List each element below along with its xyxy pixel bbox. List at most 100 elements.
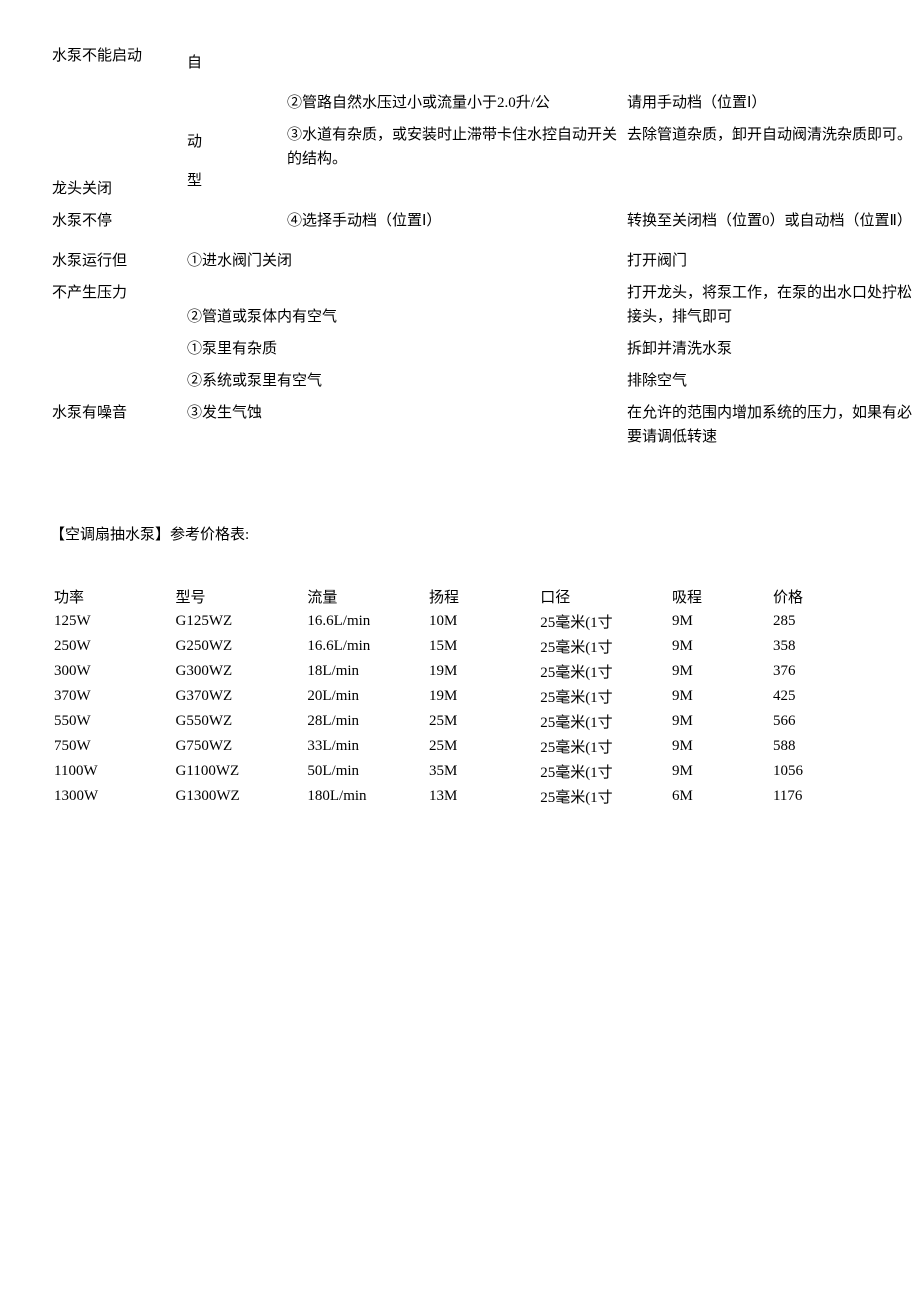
table-cell: 20L/min — [303, 684, 425, 709]
solution-text: 打开阀门 — [625, 237, 920, 277]
table-cell: 566 — [769, 709, 870, 734]
table-row: 1300WG1300WZ180L/min13M25毫米(1寸6M1176 — [50, 784, 870, 809]
cause-text: ②管道或泵体内有空气 — [185, 301, 625, 333]
table-cell: 15M — [425, 634, 536, 659]
fault-label: 水泵不能启动 — [50, 40, 185, 72]
table-cell: 9M — [668, 659, 769, 684]
table-cell: G750WZ — [172, 734, 304, 759]
table-cell: 1056 — [769, 759, 870, 784]
cause-text: ②管路自然水压过小或流量小于2.0升/公 — [285, 87, 625, 119]
table-cell: 1100W — [50, 759, 172, 784]
table-cell: 6M — [668, 784, 769, 809]
table-cell: 16.6L/min — [303, 634, 425, 659]
table-cell: 25毫米(1寸 — [536, 684, 668, 709]
fault-label: 水泵不停 — [50, 205, 185, 237]
table-cell: 9M — [668, 759, 769, 784]
price-table: 功率 型号 流量 扬程 口径 吸程 价格 125WG125WZ16.6L/min… — [50, 584, 870, 809]
table-cell: 370W — [50, 684, 172, 709]
table-cell: 16.6L/min — [303, 609, 425, 634]
th-caliber: 口径 — [536, 584, 668, 609]
fault-label: 水泵运行但 — [50, 237, 185, 277]
table-cell: 358 — [769, 634, 870, 659]
cause-text: ②系统或泵里有空气 — [185, 365, 625, 397]
type-char: 动 — [187, 134, 202, 150]
table-cell: G550WZ — [172, 709, 304, 734]
type-label-mid: 动 型 — [185, 119, 285, 205]
solution-text: 请用手动档（位置Ⅰ） — [625, 87, 920, 119]
table-cell: 19M — [425, 684, 536, 709]
table-cell: 250W — [50, 634, 172, 659]
table-cell: 1176 — [769, 784, 870, 809]
table-cell: G250WZ — [172, 634, 304, 659]
cause-text: ①进水阀门关闭 — [185, 237, 625, 277]
table-cell: 9M — [668, 709, 769, 734]
table-row: 250WG250WZ16.6L/min15M25毫米(1寸9M358 — [50, 634, 870, 659]
table-cell: G1100WZ — [172, 759, 304, 784]
table-cell: G300WZ — [172, 659, 304, 684]
troubleshoot-table: 水泵不能启动 自 ②管路自然水压过小或流量小于2.0升/公 请用手动档（位置Ⅰ）… — [50, 40, 870, 453]
blank — [625, 40, 920, 48]
blank — [185, 205, 285, 213]
table-cell: 180L/min — [303, 784, 425, 809]
cause-text: ③发生气蚀 — [185, 397, 625, 429]
th-suction: 吸程 — [668, 584, 769, 609]
type-char: 型 — [187, 173, 202, 189]
table-cell: 9M — [668, 684, 769, 709]
table-cell: 25毫米(1寸 — [536, 659, 668, 684]
table-cell: 9M — [668, 634, 769, 659]
fault-label: 水泵有噪音 — [50, 397, 185, 429]
table-cell: 25毫米(1寸 — [536, 784, 668, 809]
table-cell: G1300WZ — [172, 784, 304, 809]
solution-text: 在允许的范围内增加系统的压力，如果有必要请调低转速 — [625, 397, 920, 453]
solution-text: 拆卸并清洗水泵 — [625, 333, 920, 365]
table-cell: 425 — [769, 684, 870, 709]
table-row: 370WG370WZ20L/min19M25毫米(1寸9M425 — [50, 684, 870, 709]
table-cell: 750W — [50, 734, 172, 759]
table-cell: 25毫米(1寸 — [536, 759, 668, 784]
table-cell: 13M — [425, 784, 536, 809]
table-cell: 1300W — [50, 784, 172, 809]
blank — [185, 87, 285, 95]
table-cell: 9M — [668, 609, 769, 634]
table-cell: 18L/min — [303, 659, 425, 684]
table-row: 1100WG1100WZ50L/min35M25毫米(1寸9M1056 — [50, 759, 870, 784]
table-cell: 25毫米(1寸 — [536, 609, 668, 634]
table-cell: G370WZ — [172, 684, 304, 709]
th-power: 功率 — [50, 584, 172, 609]
table-cell: 25毫米(1寸 — [536, 734, 668, 759]
th-head: 扬程 — [425, 584, 536, 609]
table-cell: 550W — [50, 709, 172, 734]
solution-text: 去除管道杂质，卸开自动阀清洗杂质即可。 — [625, 119, 920, 151]
table-cell: 25毫米(1寸 — [536, 634, 668, 659]
th-price: 价格 — [769, 584, 870, 609]
table-header-row: 功率 型号 流量 扬程 口径 吸程 价格 — [50, 584, 870, 609]
section-title: 【空调扇抽水泵】参考价格表: — [50, 523, 870, 544]
solution-text: 转换至关闭档（位置0）或自动档（位置Ⅱ） — [625, 205, 920, 237]
blank — [50, 365, 185, 373]
cause-text: ④选择手动档（位置Ⅰ） — [285, 205, 625, 237]
table-cell: 376 — [769, 659, 870, 684]
th-model: 型号 — [172, 584, 304, 609]
blank — [50, 87, 185, 95]
table-cell: 300W — [50, 659, 172, 684]
fault-label: 不产生压力 — [50, 277, 185, 309]
table-cell: 33L/min — [303, 734, 425, 759]
table-cell: 25M — [425, 734, 536, 759]
table-cell: G125WZ — [172, 609, 304, 634]
blank — [50, 333, 185, 341]
solution-text: 打开龙头，将泵工作，在泵的出水口处拧松接头，排气即可 — [625, 277, 920, 333]
table-cell: 125W — [50, 609, 172, 634]
table-cell: 19M — [425, 659, 536, 684]
table-cell: 588 — [769, 734, 870, 759]
table-row: 125WG125WZ16.6L/min10M25毫米(1寸9M285 — [50, 609, 870, 634]
table-cell: 35M — [425, 759, 536, 784]
table-cell: 9M — [668, 734, 769, 759]
table-cell: 50L/min — [303, 759, 425, 784]
table-row: 300WG300WZ18L/min19M25毫米(1寸9M376 — [50, 659, 870, 684]
cause-text: ①泵里有杂质 — [185, 333, 625, 365]
type-label-top: 自 — [185, 40, 285, 87]
cause-text: ③水道有杂质，或安装时止滞带卡住水控自动开关的结构。 — [285, 119, 625, 175]
fault-label: 龙头关闭 — [50, 173, 185, 205]
blank — [285, 40, 625, 48]
table-row: 750WG750WZ33L/min25M25毫米(1寸9M588 — [50, 734, 870, 759]
